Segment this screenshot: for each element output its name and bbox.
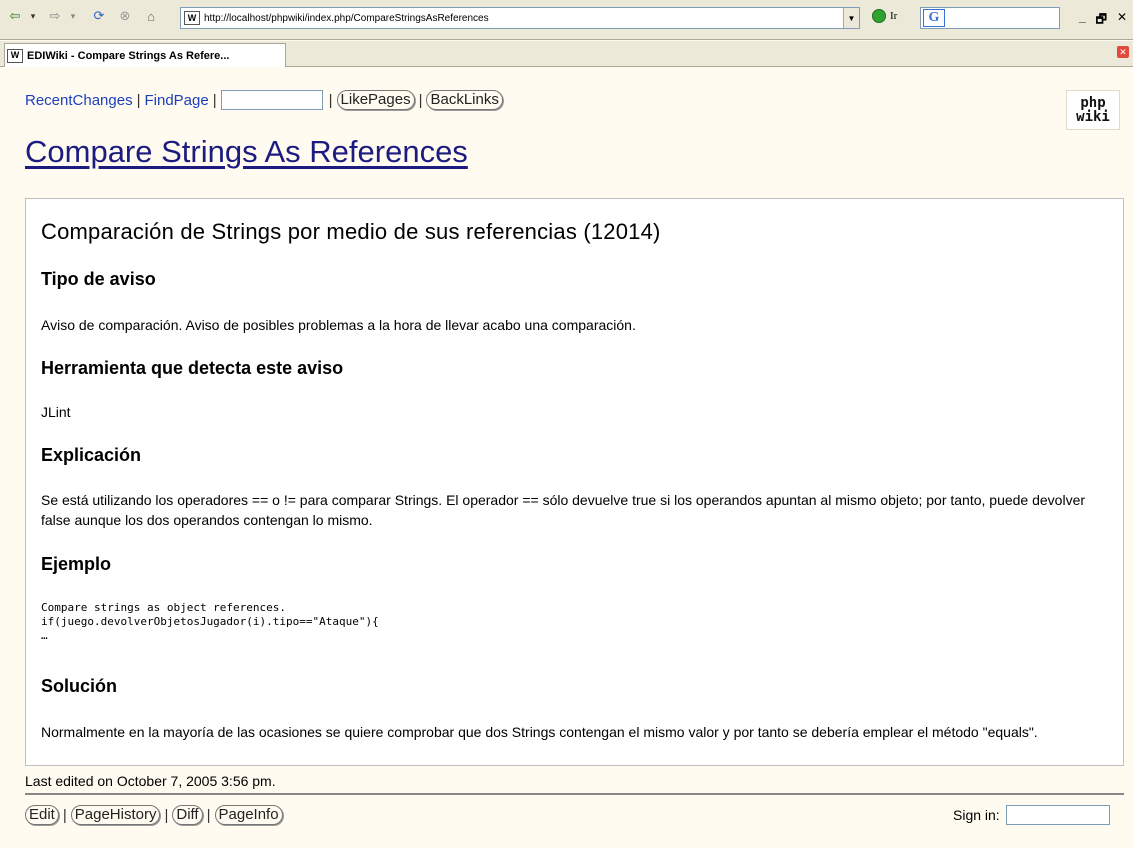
tab-bar: W EDIWiki - Compare Strings As Refere...… — [0, 41, 1133, 67]
close-tab-icon[interactable]: ✕ — [1117, 46, 1129, 58]
page-actions: Edit | PageHistory | Diff | PageInfo — [25, 805, 283, 825]
sign-in-form: Sign in: — [953, 805, 1110, 825]
like-pages-button[interactable]: LikePages — [336, 90, 415, 110]
tab-active[interactable]: W EDIWiki - Compare Strings As Refere... — [4, 43, 286, 67]
back-dropdown-icon[interactable]: ▾ — [28, 7, 38, 25]
section-heading: Herramienta que detecta este aviso — [41, 358, 344, 378]
back-links-button[interactable]: BackLinks — [426, 90, 503, 110]
tab-favicon-icon: W — [7, 48, 23, 63]
wiki-navbar: RecentChanges | FindPage | | LikePages |… — [25, 90, 503, 110]
page-content: Comparación de Strings por medio de sus … — [25, 198, 1124, 766]
reload-icon[interactable]: ⟳ — [88, 7, 110, 25]
diff-button[interactable]: Diff — [172, 805, 203, 825]
section-text: Aviso de comparación. Aviso de posibles … — [41, 317, 636, 333]
site-favicon-icon: W — [184, 11, 200, 25]
sign-in-label: Sign in: — [953, 807, 1000, 823]
separator: | — [206, 806, 211, 824]
section-heading: Ejemplo — [41, 554, 112, 574]
page-title[interactable]: Compare Strings As References — [25, 134, 468, 170]
address-bar[interactable]: W http://localhost/phpwiki/index.php/Com… — [180, 7, 860, 29]
navigation-row: ⇦ ▾ ⇨ ▾ ⟳ ⊗ ⌂ W http://localhost/phpwiki… — [0, 4, 1133, 30]
wiki-page: RecentChanges | FindPage | | LikePages |… — [0, 68, 1133, 848]
edit-button[interactable]: Edit — [25, 805, 59, 825]
separator: | — [164, 806, 169, 824]
section-text: Se está utilizando los operadores == o !… — [41, 492, 1086, 528]
restore-icon[interactable]: 🗗 — [1096, 10, 1107, 31]
section-heading: Solución — [41, 676, 117, 696]
section-heading: Tipo de aviso — [41, 269, 156, 289]
section-text: JLint — [41, 404, 71, 420]
content-heading: Comparación de Strings por medio de sus … — [41, 219, 661, 244]
recent-changes-link[interactable]: RecentChanges — [25, 92, 133, 109]
logo-line-2: wiki — [1076, 109, 1110, 125]
forward-icon[interactable]: ⇨ — [44, 7, 66, 25]
search-input[interactable]: G — [920, 7, 1060, 29]
logo-line-1: php — [1080, 95, 1106, 111]
tab-title: EDIWiki - Compare Strings As Refere... — [27, 49, 230, 62]
search-engine-icon[interactable]: G — [923, 9, 945, 27]
go-label: Ir — [890, 10, 898, 22]
footer-divider — [25, 793, 1124, 795]
find-page-link[interactable]: FindPage — [144, 92, 208, 109]
home-icon[interactable]: ⌂ — [140, 7, 162, 25]
section-heading: Explicación — [41, 445, 142, 465]
phpwiki-logo[interactable]: php wiki — [1066, 90, 1120, 130]
stop-icon[interactable]: ⊗ — [114, 7, 136, 25]
page-info-button[interactable]: PageInfo — [214, 805, 283, 825]
separator: | — [136, 91, 141, 109]
separator: | — [328, 91, 333, 109]
last-edited-text: Last edited on October 7, 2005 3:56 pm. — [25, 773, 276, 789]
back-icon[interactable]: ⇦ — [4, 7, 26, 25]
close-window-icon[interactable]: ✕ — [1117, 10, 1127, 31]
separator: | — [418, 91, 423, 109]
address-dropdown-icon[interactable]: ▼ — [843, 8, 859, 28]
go-button[interactable]: Ir — [872, 9, 897, 23]
go-icon — [872, 9, 886, 23]
browser-toolbar: ⇦ ▾ ⇨ ▾ ⟳ ⊗ ⌂ W http://localhost/phpwiki… — [0, 0, 1133, 40]
minimize-icon[interactable]: _ — [1079, 10, 1086, 31]
find-page-input[interactable] — [220, 90, 323, 110]
code-example: Compare strings as object references. if… — [41, 601, 379, 642]
section-text: Normalmente en la mayoría de las ocasion… — [41, 724, 1038, 740]
address-text[interactable]: http://localhost/phpwiki/index.php/Compa… — [204, 13, 489, 24]
forward-dropdown-icon[interactable]: ▾ — [68, 7, 78, 25]
separator: | — [212, 91, 217, 109]
window-controls: _ 🗗 ✕ — [1079, 10, 1127, 31]
separator: | — [62, 806, 67, 824]
page-history-button[interactable]: PageHistory — [70, 805, 161, 825]
sign-in-input[interactable] — [1005, 805, 1110, 825]
